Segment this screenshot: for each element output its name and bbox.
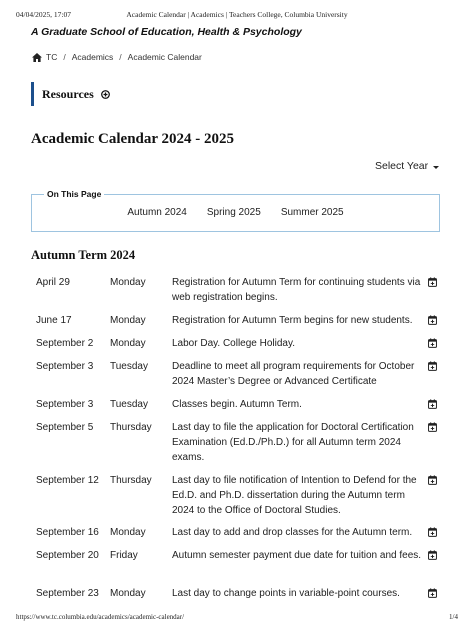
row-date: September 3 [36,399,94,410]
row-description: Deadline to meet all program requirement… [172,361,415,387]
resources-label: Resources [42,86,94,101]
calendar-add-icon[interactable] [428,550,437,560]
row-day: Thursday [110,422,152,433]
caret-down-icon [433,165,440,169]
calendar-add-icon[interactable] [428,277,437,287]
row-date: June 17 [36,315,72,326]
row-date: September 3 [36,361,94,372]
print-header: 04/04/2025, 17:07 Academic Calendar | Ac… [16,10,458,22]
row-day: Monday [110,338,146,349]
jump-link-summer-2025[interactable]: Summer 2025 [281,207,344,218]
row-day: Tuesday [110,399,148,410]
row-description: Classes begin. Autumn Term. [172,399,302,410]
row-date: April 29 [36,277,70,288]
calendar-add-icon[interactable] [428,399,437,409]
row-day: Tuesday [110,361,148,372]
row-description: Last day to change points in variable-po… [172,588,400,599]
row-description: Autumn semester payment due date for tui… [172,550,422,561]
breadcrumb-current: Academic Calendar [127,52,202,62]
calendar-add-icon[interactable] [428,588,437,598]
select-year-label: Select Year [375,160,429,172]
print-page-title: Academic Calendar | Academics | Teachers… [126,10,348,19]
jump-link-spring-2025[interactable]: Spring 2025 [207,207,261,218]
row-date: September 12 [36,475,99,486]
calendar-add-icon[interactable] [428,527,437,537]
row-description: Registration for Autumn Term for continu… [172,277,421,303]
print-footer: https://www.tc.columbia.edu/academics/ac… [16,613,458,625]
plus-circle-icon [100,89,110,99]
breadcrumb-link-academics[interactable]: Academics [72,52,114,62]
on-this-page-legend: On This Page [44,189,105,199]
on-this-page-links: Autumn 2024 Spring 2025 Summer 2025 [32,207,439,218]
select-year-dropdown[interactable]: Select Year [375,160,440,172]
row-description: Labor Day. College Holiday. [172,338,296,349]
page-title: Academic Calendar 2024 - 2025 [31,131,235,147]
print-url: https://www.tc.columbia.edu/academics/ac… [16,613,185,621]
school-tagline: A Graduate School of Education, Health &… [31,26,302,38]
home-icon[interactable] [32,52,42,62]
calendar-add-icon[interactable] [428,422,437,432]
row-day: Monday [110,315,146,326]
page-number: 1/4 [449,613,458,621]
breadcrumb-link-tc[interactable]: TC [46,52,57,62]
on-this-page-box: On This Page Autumn 2024 Spring 2025 Sum… [31,189,440,232]
row-day: Thursday [110,475,152,486]
autumn-term-heading: Autumn Term 2024 [31,248,136,262]
calendar-add-icon[interactable] [428,475,437,485]
calendar-add-icon[interactable] [428,315,437,325]
resources-toggle[interactable]: Resources [31,82,110,106]
row-description: Registration for Autumn Term begins for … [172,315,413,326]
row-day: Monday [110,277,146,288]
jump-link-autumn-2024[interactable]: Autumn 2024 [127,207,187,218]
breadcrumb-separator: / [63,52,66,62]
row-date: September 20 [36,550,99,561]
row-day: Monday [110,588,146,599]
row-date: September 5 [36,422,94,433]
row-date: September 16 [36,527,99,538]
row-description: Last day to file notification of Intenti… [172,475,417,516]
row-day: Friday [110,550,138,561]
row-description: Last day to add and drop classes for the… [172,527,413,538]
row-description: Last day to file the application for Doc… [172,422,414,463]
breadcrumb-separator: / [119,52,122,62]
row-day: Monday [110,527,146,538]
breadcrumb: TC / Academics / Academic Calendar [32,52,202,62]
row-date: September 23 [36,588,99,599]
row-date: September 2 [36,338,94,349]
calendar-add-icon[interactable] [428,338,437,348]
calendar-add-icon[interactable] [428,361,437,371]
